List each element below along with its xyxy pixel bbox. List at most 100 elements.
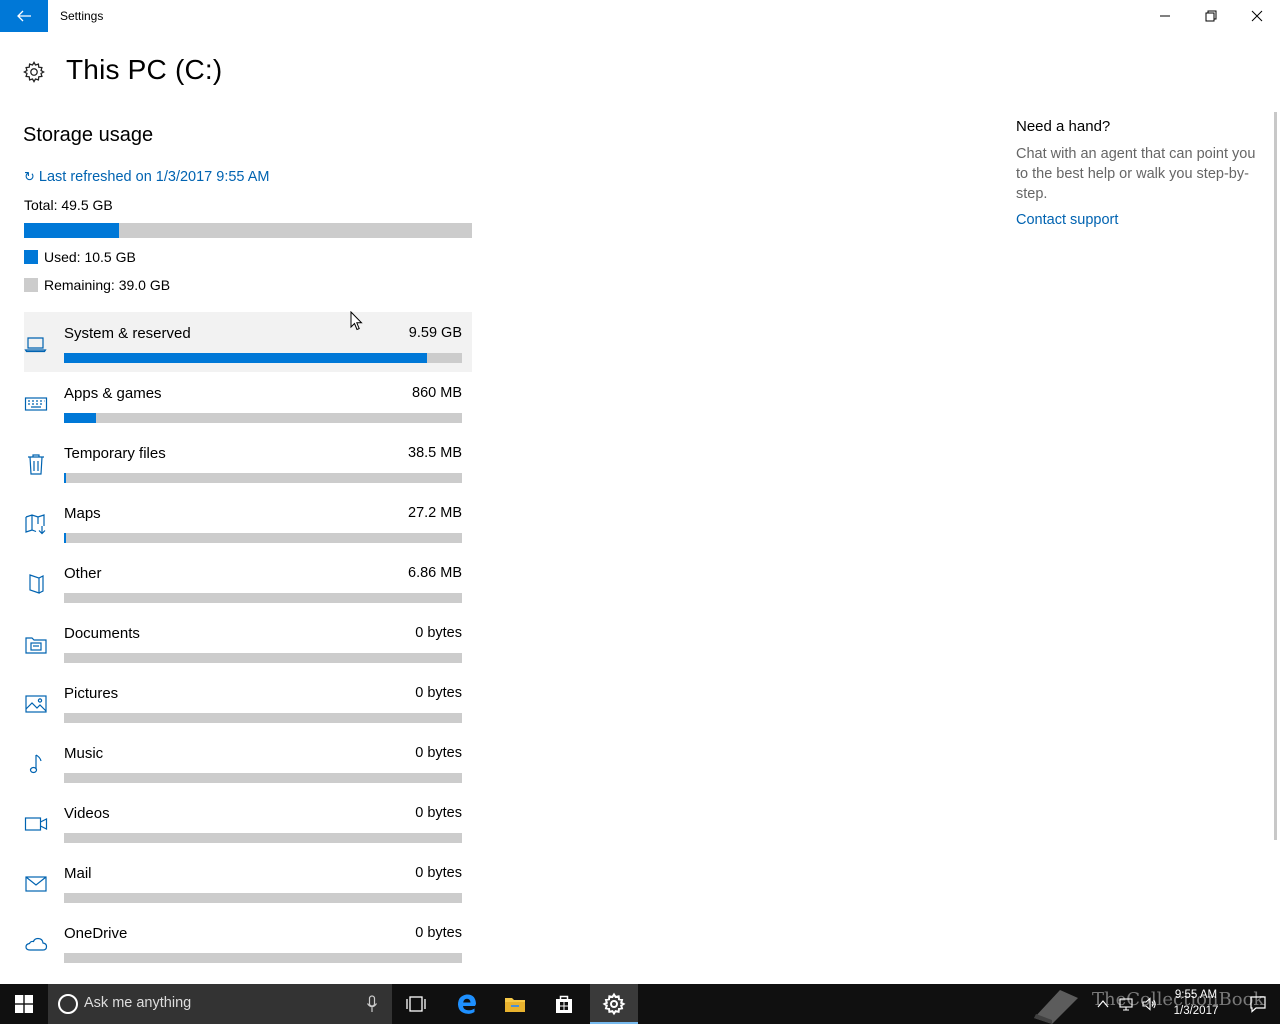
clock-date: 1/3/2017 <box>1173 1005 1219 1017</box>
category-usage-fill <box>64 533 66 543</box>
category-size: 27.2 MB <box>408 505 462 521</box>
minimize-button[interactable] <box>1142 0 1188 32</box>
category-usage-bar <box>64 893 462 903</box>
storage-category-onedrive[interactable]: OneDrive 0 bytes <box>24 912 472 972</box>
restore-icon <box>1205 10 1217 22</box>
category-usage-bar <box>64 953 462 963</box>
category-name: Videos <box>64 805 110 822</box>
store-bag-icon <box>556 995 572 1013</box>
mail-icon <box>24 872 48 896</box>
used-swatch <box>24 250 38 264</box>
edge-button[interactable] <box>443 984 491 1024</box>
remaining-label: Remaining: 39.0 GB <box>44 277 171 293</box>
storage-category-videos[interactable]: Videos 0 bytes <box>24 792 472 852</box>
map-icon <box>24 512 48 536</box>
cortana-icon <box>58 994 78 1014</box>
cloud-icon <box>24 932 48 956</box>
mouse-cursor-icon <box>350 311 363 331</box>
category-usage-bar <box>64 533 462 543</box>
total-usage-bar <box>24 223 472 238</box>
category-name: Documents <box>64 625 140 642</box>
category-usage-bar <box>64 593 462 603</box>
category-usage-bar <box>64 713 462 723</box>
task-view-icon <box>406 996 426 1012</box>
settings-gear-icon <box>602 992 626 1016</box>
used-label: Used: 10.5 GB <box>44 249 136 265</box>
category-name: OneDrive <box>64 925 128 942</box>
storage-category-pictures[interactable]: Pictures 0 bytes <box>24 672 472 732</box>
clock-time: 9:55 AM <box>1174 989 1218 1001</box>
cortana-search-box[interactable]: Ask me anything <box>48 984 392 1024</box>
show-hidden-icons-icon[interactable] <box>1095 996 1111 1012</box>
category-name: Other <box>64 565 102 582</box>
trash-icon <box>24 452 48 476</box>
pictures-icon <box>24 692 48 716</box>
contact-support-link[interactable]: Contact support <box>1016 212 1118 228</box>
title-bar: Settings <box>0 0 1280 32</box>
category-size: 6.86 MB <box>408 565 462 581</box>
category-name: Maps <box>64 505 101 522</box>
app-title: Settings <box>60 9 104 23</box>
help-title: Need a hand? <box>1016 118 1111 135</box>
category-size: 0 bytes <box>415 865 462 881</box>
storage-category-system-reserved[interactable]: System & reserved 9.59 GB <box>24 312 472 372</box>
back-arrow-icon <box>17 10 31 22</box>
system-clock[interactable]: 9:55 AM 1/3/2017 <box>1170 987 1222 1019</box>
storage-category-apps-games[interactable]: Apps & games 860 MB <box>24 372 472 432</box>
book-logo-icon <box>1034 990 1078 1024</box>
settings-taskbar-button[interactable] <box>590 984 638 1024</box>
minimize-icon <box>1160 15 1170 17</box>
category-usage-fill <box>64 353 428 363</box>
windows-logo-icon <box>15 995 33 1013</box>
category-usage-bar <box>64 413 462 423</box>
music-icon <box>24 752 48 776</box>
scrollbar[interactable] <box>1274 112 1277 840</box>
category-usage-bar <box>64 473 462 483</box>
file-explorer-button[interactable] <box>491 984 539 1024</box>
refresh-icon: ↻ <box>24 169 35 184</box>
category-size: 9.59 GB <box>408 325 462 341</box>
storage-category-maps[interactable]: Maps 27.2 MB <box>24 492 472 552</box>
other-icon <box>24 572 48 596</box>
task-view-button[interactable] <box>392 984 440 1024</box>
back-button[interactable] <box>0 0 48 32</box>
volume-icon[interactable] <box>1141 996 1157 1012</box>
action-center-icon[interactable] <box>1248 994 1268 1014</box>
storage-category-documents[interactable]: Documents 0 bytes <box>24 612 472 672</box>
gear-icon <box>23 61 45 83</box>
laptop-icon <box>24 332 48 356</box>
category-name: Music <box>64 745 104 762</box>
microphone-icon[interactable] <box>366 995 378 1013</box>
documents-icon <box>24 632 48 656</box>
close-icon <box>1251 10 1263 22</box>
category-size: 0 bytes <box>415 625 462 641</box>
category-name: Pictures <box>64 685 119 702</box>
category-size: 38.5 MB <box>408 445 462 461</box>
close-button[interactable] <box>1234 0 1280 32</box>
refresh-link[interactable]: ↻ Last refreshed on 1/3/2017 9:55 AM <box>24 169 269 185</box>
category-usage-bar <box>64 353 462 363</box>
storage-category-mail[interactable]: Mail 0 bytes <box>24 852 472 912</box>
category-name: Mail <box>64 865 92 882</box>
storage-category-temporary-files[interactable]: Temporary files 38.5 MB <box>24 432 472 492</box>
category-name: Temporary files <box>64 445 166 462</box>
category-name: System & reserved <box>64 325 191 342</box>
total-storage: Total: 49.5 GB <box>24 197 113 213</box>
legend-used: Used: 10.5 GB <box>24 249 136 265</box>
remaining-swatch <box>24 278 38 292</box>
keyboard-icon <box>24 392 48 416</box>
video-icon <box>24 812 48 836</box>
storage-category-music[interactable]: Music 0 bytes <box>24 732 472 792</box>
storage-category-other[interactable]: Other 6.86 MB <box>24 552 472 612</box>
taskbar: Ask me anything TheCollectionBook 9:55 A… <box>0 984 1280 1024</box>
restore-button[interactable] <box>1188 0 1234 32</box>
category-size: 0 bytes <box>415 745 462 761</box>
category-name: Apps & games <box>64 385 162 402</box>
network-icon[interactable] <box>1118 996 1134 1012</box>
refresh-link-label: Last refreshed on 1/3/2017 9:55 AM <box>38 169 270 185</box>
section-title: Storage usage <box>23 124 154 146</box>
store-button[interactable] <box>540 984 588 1024</box>
start-button[interactable] <box>0 984 48 1024</box>
page-title: This PC (C:) <box>66 54 223 85</box>
legend-remaining: Remaining: 39.0 GB <box>24 277 170 293</box>
